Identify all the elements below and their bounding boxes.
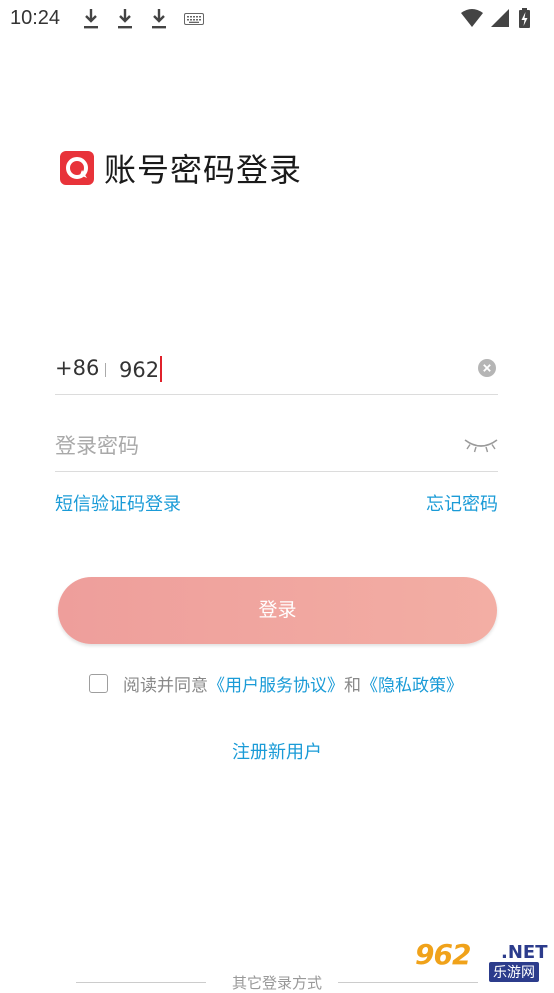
- country-code-divider: [105, 363, 106, 377]
- text-caret: [160, 356, 163, 382]
- battery-charging-icon: [519, 8, 530, 28]
- agreement-checkbox[interactable]: [89, 673, 108, 693]
- watermark-logo: 962 .NET 乐游网: [415, 938, 548, 982]
- agreement-prefix: 阅读并同意: [123, 675, 208, 696]
- privacy-policy-link[interactable]: 《隐私政策》: [361, 671, 463, 696]
- register-link: 注册新用户: [0, 738, 554, 764]
- system-status-icons: [461, 8, 530, 28]
- eye-closed-icon[interactable]: [464, 436, 498, 454]
- status-bar: 10:24: [0, 0, 554, 38]
- phone-number-value: 962: [119, 358, 160, 382]
- phone-input[interactable]: +86 962: [55, 348, 498, 395]
- user-terms-link[interactable]: 《用户服务协议》: [208, 671, 344, 696]
- forgot-password-link[interactable]: 忘记密码: [426, 490, 498, 516]
- watermark-sub: 乐游网: [489, 962, 539, 982]
- app-logo-icon: [60, 151, 94, 185]
- signal-icon: [491, 9, 509, 27]
- password-row: [55, 424, 498, 472]
- clear-icon[interactable]: [478, 359, 496, 377]
- sms-login-link[interactable]: 短信验证码登录: [55, 490, 181, 516]
- download-icon: [118, 9, 132, 29]
- download-icon: [152, 9, 166, 29]
- wifi-icon: [461, 9, 483, 27]
- phone-field[interactable]: 962: [119, 356, 163, 382]
- status-time: 10:24: [10, 7, 61, 29]
- keyboard-icon: [184, 13, 204, 25]
- country-code-selector[interactable]: +86: [55, 356, 99, 380]
- download-icon: [84, 9, 98, 29]
- watermark-brand: 962: [415, 938, 471, 971]
- agreement-conjunction: 和: [344, 675, 361, 696]
- login-header: 账号密码登录: [60, 148, 303, 189]
- agreement-row: 阅读并同意 《用户服务协议》 和 《隐私政策》: [89, 671, 463, 696]
- password-input[interactable]: [55, 428, 435, 464]
- login-button[interactable]: 登录: [58, 577, 497, 644]
- page-title: 账号密码登录: [104, 151, 303, 189]
- watermark-tld: .NET: [501, 942, 548, 963]
- divider-line: [338, 982, 478, 983]
- register-new-user-link[interactable]: 注册新用户: [232, 742, 322, 763]
